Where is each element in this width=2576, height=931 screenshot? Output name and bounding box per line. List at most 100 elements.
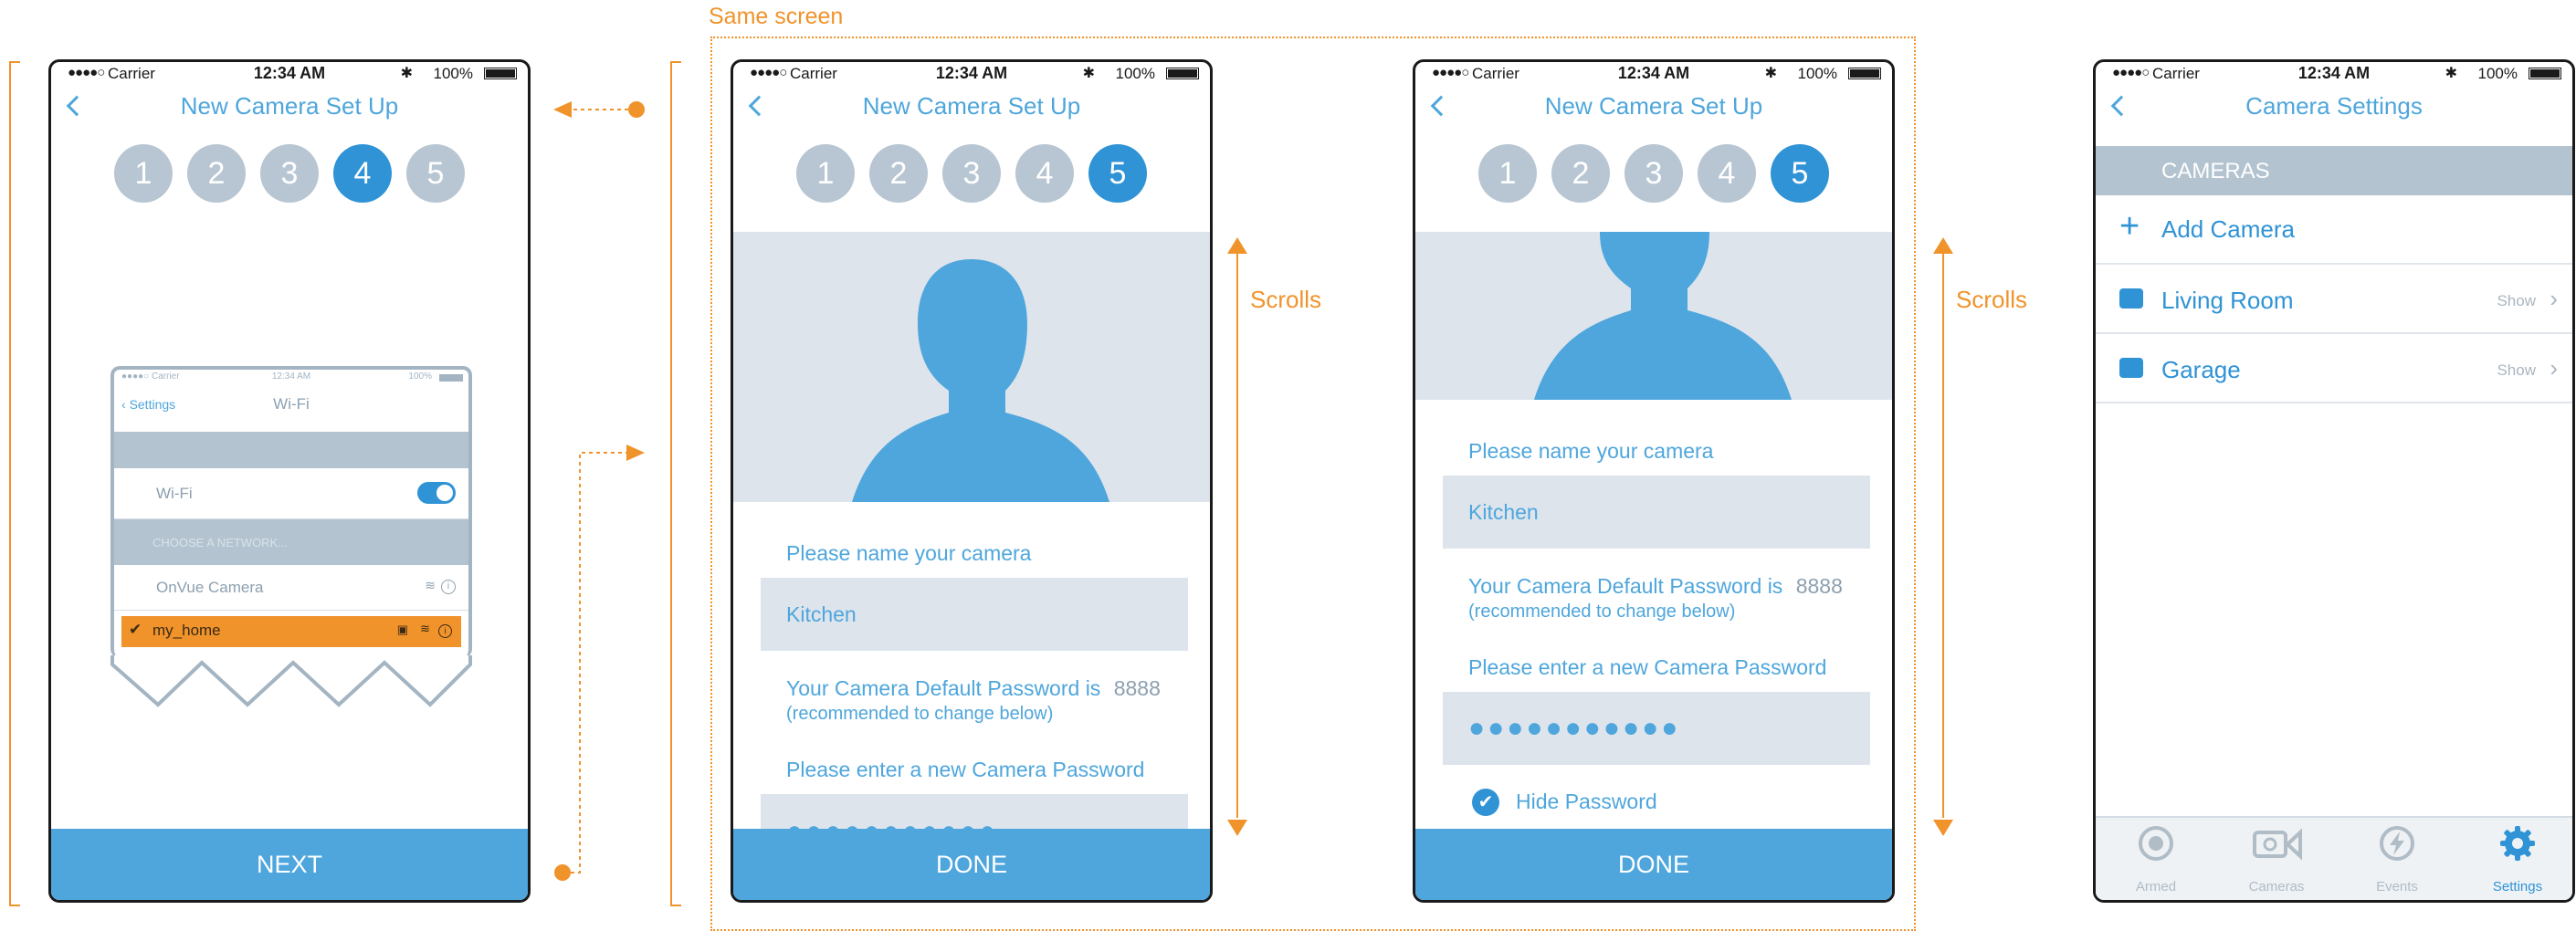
new-password-label: Please enter a new Camera Password [786, 758, 1145, 781]
tab-bar: Armed Cameras Events Settings [2096, 816, 2572, 900]
scroll-arrow-2 [1933, 237, 1953, 836]
cameras-section-header: CAMERAS [2096, 146, 2572, 195]
default-password-value: 8888 [1113, 676, 1161, 700]
step-2: 2 [187, 144, 246, 203]
plus-icon: + [2119, 207, 2140, 246]
video-camera-icon [2119, 288, 2143, 309]
name-label: Please name your camera [1468, 439, 1714, 463]
mini-section-header: CHOOSE A NETWORK... [114, 519, 468, 565]
mini-section-label: CHOOSE A NETWORK... [152, 536, 289, 549]
battery-label: 100% [2477, 65, 2518, 82]
mini-status-bar: ●●●●○ Carrier 12:34 AM 100% [114, 371, 468, 386]
bluetooth-icon: ✱ [2445, 66, 2457, 81]
step-1: 1 [1478, 144, 1537, 203]
battery-label: 100% [433, 65, 473, 82]
step-3: 3 [1624, 144, 1683, 203]
camera-row-garage[interactable]: Garage Show › [2096, 334, 2572, 403]
chevron-right-icon: › [2550, 354, 2558, 382]
wifi-settings-illustration: ●●●●○ Carrier 12:34 AM 100% ‹ Settings W… [110, 366, 472, 658]
wifi-toggle[interactable] [417, 482, 456, 504]
camera-name: Garage [2161, 356, 2241, 383]
gear-icon [2500, 826, 2535, 861]
status-bar: ●●●●○ Carrier 12:34 AM ✱ 100% [1415, 62, 1892, 82]
tab-cameras[interactable]: Cameras [2216, 818, 2337, 900]
phone-screen-camera-settings: ●●●●○ Carrier 12:34 AM ✱ 100% Camera Set… [2093, 59, 2575, 903]
scroll-arrow-1 [1227, 237, 1247, 836]
password-dots: ●●●●●●●●●●● [1468, 713, 1681, 743]
status-bar: ●●●●○ Carrier 12:34 AM ✱ 100% [733, 62, 1210, 82]
tab-armed[interactable]: Armed [2096, 818, 2216, 900]
camera-photo-placeholder [1415, 232, 1892, 400]
add-camera-row[interactable]: + Add Camera [2096, 195, 2572, 265]
network-name-selected: my_home [152, 622, 221, 639]
network-row-my-home[interactable]: ✔ my_home ▣ ≋ i [121, 616, 461, 647]
lock-icon: ▣ [396, 622, 408, 636]
wifi-signal-icon: ≋ [425, 578, 436, 592]
bluetooth-icon: ✱ [1764, 66, 1777, 81]
camera-name-field[interactable]: Kitchen [761, 578, 1188, 651]
chevron-right-icon: › [2550, 285, 2558, 312]
done-button[interactable]: DONE [1415, 829, 1892, 900]
mini-wifi-row: Wi-Fi [114, 468, 468, 519]
annotation-bracket-left [9, 61, 20, 906]
phone-screen-step5-scrolled: ●●●●○ Carrier 12:34 AM ✱ 100% New Camera… [1413, 59, 1895, 903]
step-5: 5 [1088, 144, 1147, 203]
battery-icon [484, 68, 517, 79]
tab-events[interactable]: Events [2337, 818, 2457, 900]
video-camera-icon [2119, 358, 2143, 378]
page-title: New Camera Set Up [180, 92, 399, 120]
default-password-value: 8888 [1795, 574, 1843, 598]
mini-battery-icon [439, 374, 463, 382]
network-name: OnVue Camera [156, 579, 264, 596]
step-1: 1 [114, 144, 173, 203]
step-2: 2 [869, 144, 928, 203]
armed-icon [2139, 826, 2173, 861]
battery-icon [1848, 68, 1881, 79]
battery-icon [1166, 68, 1199, 79]
events-icon [2380, 826, 2414, 861]
network-row-onvue[interactable]: OnVue Camera ≋ i [114, 565, 468, 611]
battery-icon [2529, 68, 2561, 79]
section-label: CAMERAS [2161, 159, 2270, 183]
wifi-signal-icon: ≋ [420, 622, 430, 635]
default-password-text: Your Camera Default Password is [786, 676, 1101, 700]
phone-screen-step5: ●●●●○ Carrier 12:34 AM ✱ 100% New Camera… [731, 59, 1213, 903]
tab-settings[interactable]: Settings [2457, 818, 2572, 900]
step-indicator: 12345 [51, 144, 528, 203]
person-silhouette-icon [852, 259, 1109, 502]
tab-label: Settings [2492, 879, 2543, 894]
tab-label: Armed [2135, 879, 2177, 894]
next-button[interactable]: NEXT [51, 829, 528, 900]
tab-label: Cameras [2248, 879, 2305, 894]
mini-title: Wi-Fi [273, 395, 310, 413]
camera-name-field[interactable]: Kitchen [1443, 476, 1870, 549]
tab-label: Events [2376, 879, 2418, 894]
show-link[interactable]: Show [2497, 361, 2536, 380]
default-password-label: Your Camera Default Password is 8888 [786, 676, 1161, 701]
step-1: 1 [796, 144, 855, 203]
mini-wifi-label: Wi-Fi [156, 485, 193, 502]
default-password-text: Your Camera Default Password is [1468, 574, 1783, 598]
show-link[interactable]: Show [2497, 292, 2536, 310]
new-password-field[interactable]: ●●●●●●●●●●● [1443, 692, 1870, 765]
step-3: 3 [260, 144, 319, 203]
step-4: 4 [333, 144, 392, 203]
step-indicator: 12345 [1415, 144, 1892, 203]
done-button[interactable]: DONE [733, 829, 1210, 900]
mini-battery: 100% [408, 371, 432, 382]
recommend-note: (recommended to change below) [786, 704, 1054, 724]
info-icon[interactable]: i [441, 580, 456, 594]
step-4: 4 [1698, 144, 1756, 203]
bluetooth-icon: ✱ [400, 66, 413, 81]
default-password-label: Your Camera Default Password is 8888 [1468, 574, 1843, 599]
battery-label: 100% [1797, 65, 1837, 82]
mini-header-band [114, 432, 468, 468]
annotation-bracket-middle [670, 61, 681, 906]
checkmark-icon: ✔ [1477, 792, 1494, 812]
torn-edge-illustration [110, 655, 472, 707]
camera-row-living-room[interactable]: Living Room Show › [2096, 265, 2572, 334]
info-icon[interactable]: i [438, 624, 452, 638]
recommend-note: (recommended to change below) [1468, 601, 1736, 622]
person-silhouette-icon [1534, 232, 1792, 400]
hide-password-checkbox[interactable]: ✔ [1472, 789, 1499, 816]
